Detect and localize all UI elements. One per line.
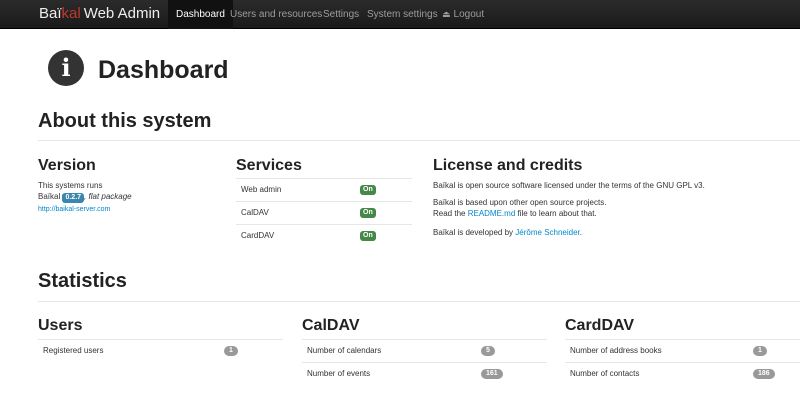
nav-logout-label: Logout — [453, 9, 485, 20]
nav-settings[interactable]: Settings — [323, 0, 359, 29]
count-badge: 161 — [481, 369, 503, 379]
table-row: Number of calendars 5 — [302, 339, 547, 362]
license-text: Baïkal is open source software licensed … — [433, 181, 705, 190]
info-icon: i — [48, 50, 84, 86]
stat-label: Number of events — [307, 369, 371, 378]
caldav-heading: CalDAV — [302, 317, 360, 334]
service-label: CardDAV — [241, 231, 275, 240]
version-line: Baïkal 0.2.7, flat package — [38, 191, 132, 203]
project-website-link[interactable]: http://baikal-server.com — [38, 204, 110, 215]
services-heading: Services — [236, 157, 302, 174]
users-stats: Users Registered users 1 — [38, 316, 283, 362]
services-table: Web admin On CalDAV On CardDAV On — [236, 178, 412, 247]
version-badge: 0.2.7 — [62, 193, 85, 203]
caldav-table: Number of calendars 5 Number of events 1… — [302, 339, 547, 385]
table-row: Registered users 1 — [38, 339, 283, 362]
brand-part3: Web Admin — [83, 5, 161, 22]
eject-icon: ⏏ — [442, 9, 451, 19]
brand-logo[interactable]: Baïkal Web Admin — [39, 4, 160, 24]
nav-logout[interactable]: ⏏ Logout — [442, 0, 484, 29]
developer-link[interactable]: Jérôme Schneider — [515, 228, 579, 237]
brand-part2: kal — [61, 5, 81, 22]
carddav-heading: CardDAV — [565, 317, 635, 334]
brand-part1: Baï — [39, 5, 62, 22]
developer-line: Baïkal is developed by Jérôme Schneider. — [433, 227, 582, 238]
table-row: Number of contacts 186 — [565, 362, 800, 385]
stat-label: Number of calendars — [307, 346, 382, 355]
version-text: This systems runs — [38, 181, 103, 190]
nav-dashboard[interactable]: Dashboard — [168, 0, 233, 29]
table-row: Number of events 161 — [302, 362, 547, 385]
stat-label: Registered users — [43, 346, 104, 355]
stat-label: Number of contacts — [570, 369, 640, 378]
carddav-table: Number of address books 1 Number of cont… — [565, 339, 800, 385]
status-badge: On — [360, 185, 376, 195]
nav-system-settings[interactable]: System settings — [367, 0, 438, 29]
divider — [38, 301, 800, 302]
service-label: Web admin — [241, 185, 282, 194]
count-badge: 1 — [224, 346, 238, 356]
service-label: CalDAV — [241, 208, 269, 217]
version-product: Baïkal — [38, 192, 61, 201]
license-heading: License and credits — [433, 157, 583, 174]
stat-label: Number of address books — [570, 346, 662, 355]
version-heading: Version — [38, 157, 96, 174]
readme-prefix: Read the — [433, 209, 466, 218]
carddav-stats: CardDAV Number of address books 1 Number… — [565, 316, 800, 385]
service-row-web-admin: Web admin On — [236, 178, 412, 201]
developer-prefix: Baïkal is developed by — [433, 228, 514, 237]
table-row: Number of address books 1 — [565, 339, 800, 362]
count-badge: 186 — [753, 369, 775, 379]
service-row-carddav: CardDAV On — [236, 224, 412, 247]
top-navbar: Baïkal Web Admin Dashboard Users and reso… — [0, 0, 800, 29]
caldav-stats: CalDAV Number of calendars 5 Number of e… — [302, 316, 547, 385]
count-badge: 1 — [753, 346, 767, 356]
version-package: , flat package — [84, 192, 132, 201]
statistics-heading: Statistics — [38, 270, 127, 292]
users-table: Registered users 1 — [38, 339, 283, 362]
nav-users-and-resources[interactable]: Users and resources — [230, 0, 322, 29]
readme-link[interactable]: README.md — [468, 209, 516, 218]
users-heading: Users — [38, 317, 83, 334]
page-title: Dashboard — [98, 56, 229, 84]
readme-line: Read the README.md file to learn about t… — [433, 208, 597, 219]
divider — [38, 140, 800, 141]
service-row-caldav: CalDAV On — [236, 201, 412, 224]
status-badge: On — [360, 231, 376, 241]
count-badge: 5 — [481, 346, 495, 356]
based-upon-text: Baïkal is based upon other open source p… — [433, 198, 607, 207]
status-badge: On — [360, 208, 376, 218]
developer-suffix: . — [579, 228, 583, 237]
about-heading: About this system — [38, 110, 212, 132]
readme-suffix: file to learn about that. — [517, 209, 597, 218]
